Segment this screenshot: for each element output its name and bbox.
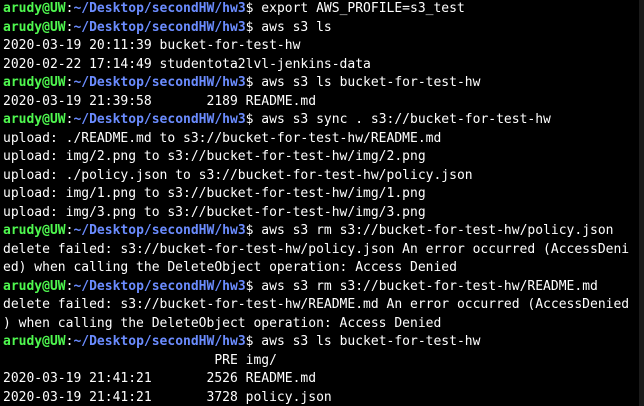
output-text: 2020-03-19 21:41:21 3728 policy.json	[3, 389, 332, 405]
output-line: 2020-03-19 21:41:21 3728 policy.json	[3, 389, 644, 406]
prompt-path: ~/Desktop/secondHW/hw3	[73, 278, 246, 294]
prompt-path: ~/Desktop/secondHW/hw3	[73, 19, 246, 35]
output-line: 2020-03-19 20:11:39 bucket-for-test-hw	[3, 37, 644, 56]
prompt-line: arudy@UW:~/Desktop/secondHW/hw3$ export …	[3, 0, 644, 19]
output-line: 2020-02-22 17:14:49 studentota2lvl-jenki…	[3, 56, 644, 75]
terminal-output: arudy@UW:~/Desktop/secondHW/hw3$ export …	[3, 0, 644, 406]
command-text: aws s3 ls bucket-for-test-hw	[261, 334, 481, 349]
output-text: upload: img/3.png to s3://bucket-for-tes…	[3, 204, 426, 220]
prompt-path: ~/Desktop/secondHW/hw3	[73, 1, 246, 16]
output-line: upload: img/1.png to s3://bucket-for-tes…	[3, 185, 644, 204]
output-line: delete failed: s3://bucket-for-test-hw/R…	[3, 296, 644, 315]
prompt-user: arudy@UW	[3, 334, 66, 349]
prompt-path: ~/Desktop/secondHW/hw3	[73, 223, 246, 238]
output-text: upload: img/1.png to s3://bucket-for-tes…	[3, 186, 426, 201]
command-text: aws s3 ls	[261, 19, 332, 35]
command-text: aws s3 rm s3://bucket-for-test-hw/policy…	[261, 223, 614, 238]
output-line: 2020-03-19 21:41:21 2526 README.md	[3, 370, 644, 389]
prompt-line: arudy@UW:~/Desktop/secondHW/hw3$ aws s3 …	[3, 333, 644, 352]
prompt-path: ~/Desktop/secondHW/hw3	[73, 334, 246, 349]
output-line: upload: img/3.png to s3://bucket-for-tes…	[3, 204, 644, 223]
terminal-window[interactable]: arudy@UW:~/Desktop/secondHW/hw3$ export …	[0, 0, 644, 406]
prompt-user: arudy@UW	[3, 19, 66, 35]
prompt-line: arudy@UW:~/Desktop/secondHW/hw3$ aws s3 …	[3, 222, 644, 241]
output-text: 2020-03-19 21:41:21 2526 README.md	[3, 371, 317, 386]
prompt-dollar: $	[245, 334, 262, 349]
output-text: 2020-02-22 17:14:49 studentota2lvl-jenki…	[3, 56, 371, 72]
output-text: 2020-03-19 21:39:58 2189 README.md	[3, 93, 317, 109]
prompt-line: arudy@UW:~/Desktop/secondHW/hw3$ aws s3 …	[3, 111, 644, 130]
output-line: ) when calling the DeleteObject operatio…	[3, 315, 644, 334]
output-text: ) when calling the DeleteObject operatio…	[3, 315, 442, 331]
prompt-dollar: $	[245, 223, 262, 238]
output-text: upload: img/2.png to s3://bucket-for-tes…	[3, 149, 426, 164]
command-text: export AWS_PROFILE=s3_test	[261, 1, 465, 16]
command-text: aws s3 rm s3://bucket-for-test-hw/README…	[261, 278, 598, 294]
prompt-line: arudy@UW:~/Desktop/secondHW/hw3$ aws s3 …	[3, 278, 644, 297]
output-text: delete failed: s3://bucket-for-test-hw/R…	[3, 297, 630, 312]
prompt-dollar: $	[245, 75, 262, 90]
output-line: delete failed: s3://bucket-for-test-hw/p…	[3, 241, 644, 260]
output-line: upload: ./policy.json to s3://bucket-for…	[3, 167, 644, 186]
prompt-dollar: $	[245, 278, 262, 294]
command-text: aws s3 sync . s3://bucket-for-test-hw	[261, 112, 551, 127]
prompt-user: arudy@UW	[3, 1, 66, 16]
prompt-dollar: $	[245, 1, 262, 16]
output-text: upload: ./policy.json to s3://bucket-for…	[3, 167, 473, 183]
output-line: upload: ./README.md to s3://bucket-for-t…	[3, 130, 644, 149]
prompt-dollar: $	[245, 112, 262, 127]
prompt-user: arudy@UW	[3, 223, 66, 238]
scrollbar[interactable]	[639, 0, 644, 406]
command-text: aws s3 ls bucket-for-test-hw	[261, 75, 481, 90]
prompt-user: arudy@UW	[3, 278, 66, 294]
prompt-path: ~/Desktop/secondHW/hw3	[73, 112, 246, 127]
output-line: ed) when calling the DeleteObject operat…	[3, 259, 644, 278]
output-line: 2020-03-19 21:39:58 2189 README.md	[3, 93, 644, 112]
prompt-dollar: $	[245, 19, 262, 35]
output-text: 2020-03-19 20:11:39 bucket-for-test-hw	[3, 38, 301, 53]
prompt-line: arudy@UW:~/Desktop/secondHW/hw3$ aws s3 …	[3, 19, 644, 38]
output-text: upload: ./README.md to s3://bucket-for-t…	[3, 130, 442, 146]
prompt-line: arudy@UW:~/Desktop/secondHW/hw3$ aws s3 …	[3, 74, 644, 93]
output-text: ed) when calling the DeleteObject operat…	[3, 260, 457, 275]
output-text: delete failed: s3://bucket-for-test-hw/p…	[3, 241, 630, 257]
prompt-user: arudy@UW	[3, 112, 66, 127]
prompt-path: ~/Desktop/secondHW/hw3	[73, 75, 246, 90]
output-line: PRE img/	[3, 352, 644, 371]
output-line: upload: img/2.png to s3://bucket-for-tes…	[3, 148, 644, 167]
prompt-user: arudy@UW	[3, 75, 66, 90]
output-text: PRE img/	[3, 352, 277, 368]
